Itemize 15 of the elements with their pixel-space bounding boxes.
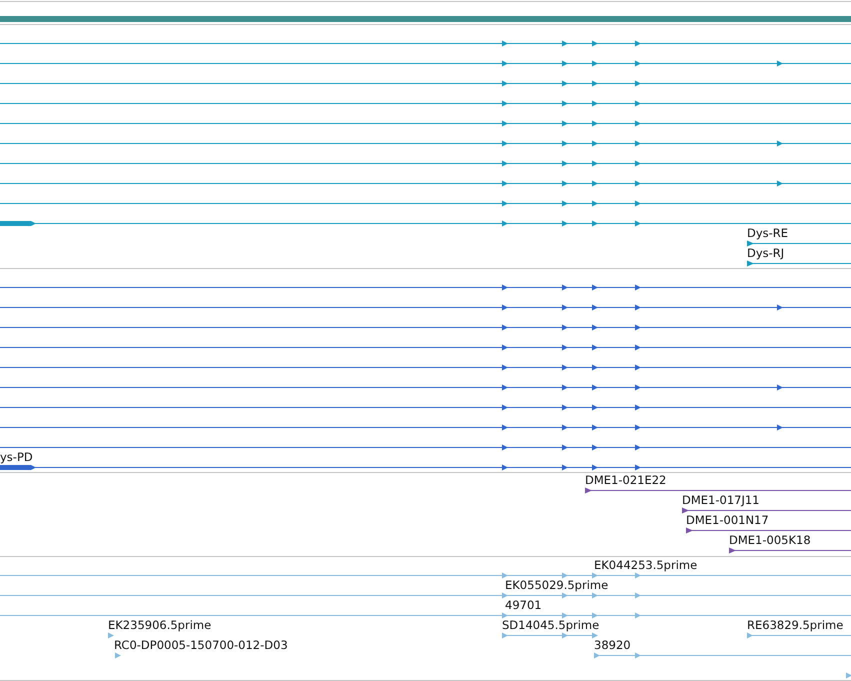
feature-label: Dys-RJ	[747, 246, 784, 260]
feature-label: Dys-RE	[747, 226, 788, 240]
feature-label: ys-PD	[0, 450, 33, 464]
feature-label: DME1-001N17	[686, 513, 769, 527]
feature-label: DME1-021E22	[585, 473, 666, 487]
feature-label: RC0-DP0005-150700-012-D03	[114, 638, 288, 652]
feature-label: 49701	[505, 598, 542, 612]
feature-label: SD14045.5prime	[502, 618, 600, 632]
feature-label: RE63829.5prime	[747, 618, 844, 632]
feature-label: EK235906.5prime	[108, 618, 212, 632]
feature-label: EK044253.5prime	[594, 558, 698, 572]
feature-label: DME1-017J11	[682, 493, 760, 507]
feature-label: 38920	[594, 638, 631, 652]
feature-label: DME1-005K18	[729, 533, 811, 547]
feature-label: EK055029.5prime	[505, 578, 608, 592]
